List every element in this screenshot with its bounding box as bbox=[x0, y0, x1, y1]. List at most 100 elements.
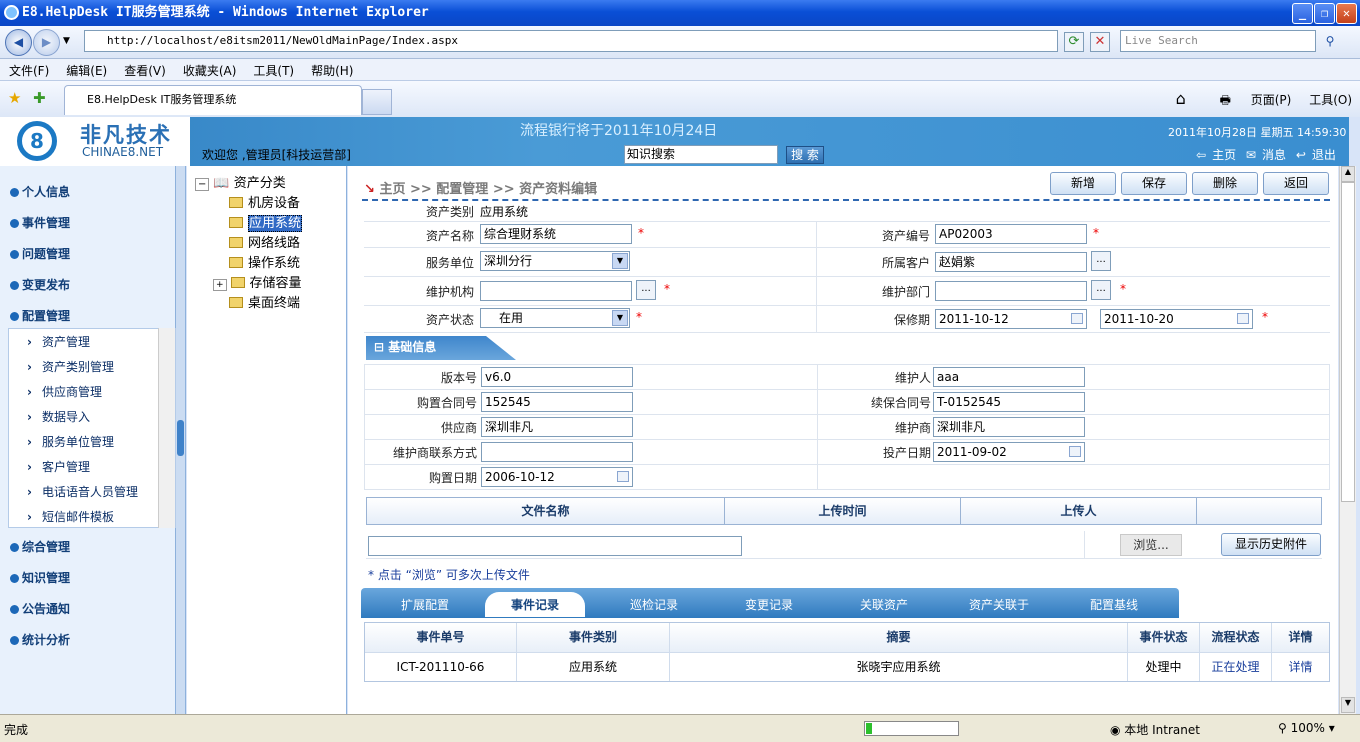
delete-button[interactable]: 删除 bbox=[1192, 172, 1258, 195]
calendar-icon[interactable] bbox=[617, 471, 629, 482]
chevron-down-icon[interactable]: ▼ bbox=[612, 310, 628, 326]
tree-item-selected[interactable]: 应用系统 bbox=[229, 212, 303, 232]
tree-root[interactable]: − 📖 资产分类 bbox=[195, 172, 286, 191]
save-button[interactable]: 保存 bbox=[1121, 172, 1187, 195]
service-unit-select[interactable]: 深圳分行 ▼ bbox=[480, 251, 630, 271]
sidebar-section-stats[interactable]: 统计分析 bbox=[10, 631, 70, 648]
sidebar-item-import[interactable]: 数据导入 bbox=[27, 408, 90, 425]
tab-change-records[interactable]: 变更记录 bbox=[745, 596, 793, 613]
tree-item[interactable]: + 存储容量 bbox=[213, 272, 302, 291]
asset-code-input[interactable]: AP02003 bbox=[935, 224, 1087, 244]
favorites-star-icon[interactable]: ★ bbox=[8, 89, 21, 107]
add-favorite-icon[interactable]: ✚ bbox=[33, 89, 46, 107]
expand-icon[interactable]: + bbox=[213, 279, 227, 291]
collapse-icon[interactable]: − bbox=[195, 178, 210, 191]
sidebar-item-service-unit[interactable]: 服务单位管理 bbox=[27, 433, 114, 450]
tools-menu[interactable]: 工具(O) bbox=[1309, 93, 1352, 107]
back-button[interactable]: ◀ bbox=[5, 29, 32, 56]
file-path-input[interactable] bbox=[368, 536, 742, 556]
maintainer-input[interactable]: aaa bbox=[933, 367, 1085, 387]
menu-edit[interactable]: 编辑(E) bbox=[57, 59, 115, 79]
menu-file[interactable]: 文件(F) bbox=[0, 59, 57, 79]
content-scrollbar[interactable]: ▲ ▼ bbox=[1339, 166, 1356, 714]
search-icon[interactable]: ⚲ bbox=[1318, 32, 1342, 52]
refresh-icon[interactable]: ⟳ bbox=[1064, 32, 1084, 52]
maint-org-picker-button[interactable]: ... bbox=[636, 280, 656, 300]
tab-related-assets[interactable]: 关联资产 bbox=[860, 596, 908, 613]
sidebar-section-notice[interactable]: 公告通知 bbox=[10, 600, 70, 617]
sidebar-item-asset[interactable]: 资产管理 bbox=[27, 333, 90, 350]
browse-button[interactable]: 浏览... bbox=[1120, 534, 1182, 556]
detail-link[interactable]: 详情 bbox=[1272, 653, 1329, 681]
tree-item[interactable]: 操作系统 bbox=[229, 252, 300, 271]
vendor-input[interactable]: 深圳非凡 bbox=[933, 417, 1085, 437]
knowledge-search-input[interactable]: 知识搜索 bbox=[624, 145, 778, 164]
tree-item[interactable]: 网络线路 bbox=[229, 232, 300, 251]
sidebar-section-integrated[interactable]: 综合管理 bbox=[10, 538, 70, 555]
breadcrumb-home[interactable]: 主页 bbox=[379, 182, 405, 197]
browser-tab-active[interactable]: E8.HelpDesk IT服务管理系统 bbox=[64, 85, 362, 115]
home-icon[interactable]: ⌂ bbox=[1176, 89, 1186, 108]
history-dropdown-icon[interactable]: ▼ bbox=[63, 36, 70, 46]
scroll-thumb[interactable] bbox=[1341, 182, 1355, 502]
renew-contract-input[interactable]: T-0152545 bbox=[933, 392, 1085, 412]
page-menu[interactable]: 页面(P) bbox=[1251, 93, 1292, 107]
production-date-input[interactable]: 2011-09-02 bbox=[933, 442, 1085, 462]
chevron-down-icon[interactable]: ▼ bbox=[612, 253, 628, 269]
sidebar-item-supplier[interactable]: 供应商管理 bbox=[27, 383, 102, 400]
sidebar-item-customer[interactable]: 客户管理 bbox=[27, 458, 90, 475]
warranty-end-input[interactable]: 2011-10-20 bbox=[1100, 309, 1253, 329]
sidebar-item-asset-category[interactable]: 资产类别管理 bbox=[27, 358, 114, 375]
sidebar-section-personal[interactable]: 个人信息 bbox=[10, 183, 70, 200]
tab-incident-records[interactable]: 事件记录 bbox=[485, 592, 586, 617]
show-history-attachments-button[interactable]: 显示历史附件 bbox=[1221, 533, 1321, 556]
vendor-contact-input[interactable] bbox=[481, 442, 633, 462]
new-tab-button[interactable] bbox=[362, 89, 392, 115]
calendar-icon[interactable] bbox=[1237, 313, 1249, 324]
menu-view[interactable]: 查看(V) bbox=[115, 59, 174, 79]
print-icon[interactable]: 🖶 bbox=[1220, 93, 1231, 107]
stop-icon[interactable]: ✕ bbox=[1090, 32, 1110, 52]
menu-help[interactable]: 帮助(H) bbox=[302, 59, 361, 79]
knowledge-search-button[interactable]: 搜 索 bbox=[786, 146, 824, 164]
back-button[interactable]: 返回 bbox=[1263, 172, 1329, 195]
tab-inspection-records[interactable]: 巡检记录 bbox=[630, 596, 678, 613]
maint-org-input[interactable] bbox=[480, 281, 632, 301]
zoom-control[interactable]: ⚲ 100% ▾ bbox=[1278, 721, 1335, 735]
home-link[interactable]: 主页 bbox=[1212, 148, 1236, 162]
sidebar-section-change[interactable]: 变更发布 bbox=[10, 276, 70, 293]
contract-input[interactable]: 152545 bbox=[481, 392, 633, 412]
customer-picker-button[interactable]: ... bbox=[1091, 251, 1111, 271]
breadcrumb-config[interactable]: 配置管理 bbox=[436, 182, 488, 197]
asset-name-input[interactable]: 综合理财系统 bbox=[480, 224, 632, 244]
basic-info-header[interactable]: ⊟ 基础信息 bbox=[366, 336, 516, 360]
tab-asset-related-to[interactable]: 资产关联于 bbox=[969, 596, 1029, 613]
scroll-up-icon[interactable]: ▲ bbox=[1341, 166, 1355, 182]
tree-item[interactable]: 桌面终端 bbox=[229, 292, 300, 311]
submenu-scrollbar[interactable] bbox=[158, 328, 175, 528]
close-window-button[interactable]: ✕ bbox=[1336, 3, 1357, 24]
sidebar-item-sms-template[interactable]: 短信邮件模板 bbox=[27, 508, 114, 525]
logout-link[interactable]: 退出 bbox=[1312, 148, 1336, 162]
calendar-icon[interactable] bbox=[1069, 446, 1081, 457]
sidebar-section-incident[interactable]: 事件管理 bbox=[10, 214, 70, 231]
warranty-start-input[interactable]: 2011-10-12 bbox=[935, 309, 1087, 329]
forward-button[interactable]: ▶ bbox=[33, 29, 60, 56]
sidebar-section-config[interactable]: 配置管理 bbox=[10, 307, 70, 324]
maximize-button[interactable]: ❐ bbox=[1314, 3, 1335, 24]
tab-config-baseline[interactable]: 配置基线 bbox=[1090, 596, 1138, 613]
sidebar-section-problem[interactable]: 问题管理 bbox=[10, 245, 70, 262]
scroll-down-icon[interactable]: ▼ bbox=[1341, 697, 1355, 713]
sidebar-section-knowledge[interactable]: 知识管理 bbox=[10, 569, 70, 586]
maint-dept-input[interactable] bbox=[935, 281, 1087, 301]
customer-input[interactable]: 赵娟紫 bbox=[935, 252, 1087, 272]
message-link[interactable]: 消息 bbox=[1262, 148, 1286, 162]
sidebar-item-phone-staff[interactable]: 电话语音人员管理 bbox=[27, 483, 138, 500]
asset-status-select[interactable]: 在用 ▼ bbox=[480, 308, 630, 328]
menu-tools[interactable]: 工具(T) bbox=[244, 59, 302, 79]
version-input[interactable]: v6.0 bbox=[481, 367, 633, 387]
purchase-date-input[interactable]: 2006-10-12 bbox=[481, 467, 633, 487]
new-button[interactable]: 新增 bbox=[1050, 172, 1116, 195]
tree-item[interactable]: 机房设备 bbox=[229, 192, 300, 211]
maint-dept-picker-button[interactable]: ... bbox=[1091, 280, 1111, 300]
